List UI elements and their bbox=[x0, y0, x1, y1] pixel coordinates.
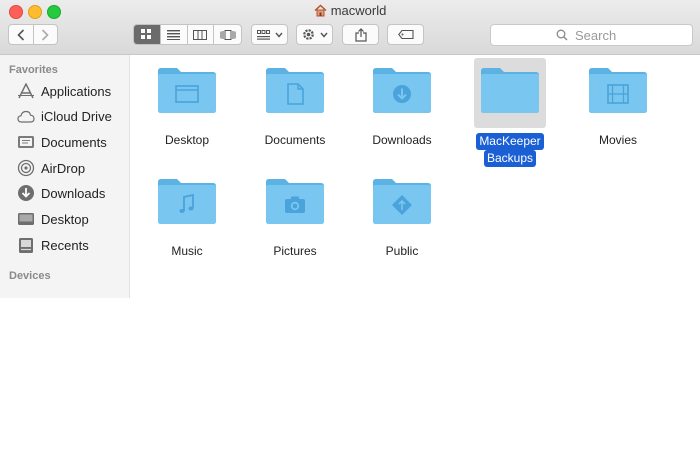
column-view-button[interactable] bbox=[186, 25, 214, 44]
cloud-icon bbox=[17, 107, 37, 125]
sidebar-section-devices: Devices bbox=[9, 270, 51, 282]
sidebar-item-icloud-drive[interactable]: iCloud Drive bbox=[17, 106, 112, 126]
folder-name-line1: Movies bbox=[598, 133, 637, 147]
desktop-icon bbox=[17, 210, 37, 228]
grid-icon bbox=[141, 29, 152, 39]
sidebar-item-documents[interactable]: Documents bbox=[17, 132, 107, 152]
sidebar-item-label: Documents bbox=[41, 134, 107, 150]
folder-name: Pictures bbox=[245, 244, 345, 259]
window-title: macworld bbox=[0, 3, 700, 18]
documents-icon bbox=[17, 133, 37, 151]
folder-item[interactable]: MacKeeper Backups bbox=[460, 55, 560, 167]
folder-name-line1: Desktop bbox=[164, 133, 210, 147]
folder-name: Downloads bbox=[352, 133, 452, 148]
folder-icon bbox=[373, 68, 431, 113]
sidebar-item-recents[interactable]: Recents bbox=[17, 235, 89, 255]
arrange-button[interactable] bbox=[251, 24, 288, 45]
columns-icon bbox=[193, 29, 208, 40]
folder-icon bbox=[266, 179, 324, 224]
chevron-right-icon bbox=[42, 28, 49, 41]
sidebar-section-favorites: Favorites bbox=[9, 64, 58, 76]
cover-flow-view-button[interactable] bbox=[213, 25, 241, 44]
list-view-button[interactable] bbox=[159, 25, 187, 44]
sidebar-item-label: AirDrop bbox=[41, 160, 86, 176]
folder-item[interactable]: Pictures bbox=[245, 166, 345, 266]
folder-name-line1: Pictures bbox=[273, 244, 317, 258]
gear-icon bbox=[302, 29, 314, 40]
sidebar-item-downloads[interactable]: Downloads bbox=[17, 183, 105, 203]
file-icon-grid: Desktop Documents Downloads MacKeeper Backup… bbox=[130, 55, 700, 298]
folder-item[interactable]: Downloads bbox=[352, 55, 452, 155]
folder-name: Desktop bbox=[137, 133, 237, 148]
chevron-left-icon bbox=[17, 28, 24, 41]
toolbar: macworld bbox=[0, 0, 700, 55]
window-title-text: macworld bbox=[330, 3, 387, 18]
view-mode-segment bbox=[133, 24, 242, 45]
chevron-down-icon bbox=[274, 32, 283, 38]
sidebar: Favorites Applications iCloud Drive Docu… bbox=[0, 55, 130, 298]
list-icon bbox=[167, 29, 181, 40]
forward-button[interactable] bbox=[32, 25, 58, 44]
sidebar-item-label: Downloads bbox=[41, 185, 106, 201]
recents-icon bbox=[17, 236, 37, 254]
search-field[interactable] bbox=[490, 24, 693, 46]
group-by-icon bbox=[256, 29, 270, 40]
folder-name: Documents bbox=[245, 133, 345, 148]
folder-icon bbox=[266, 68, 324, 113]
folder-name: Music bbox=[137, 244, 237, 259]
folder-name-line1: Downloads bbox=[372, 133, 432, 147]
sidebar-item-label: iCloud Drive bbox=[41, 108, 112, 124]
folder-icon bbox=[158, 68, 216, 113]
folder-item[interactable]: Music bbox=[137, 166, 237, 266]
folder-item[interactable]: Movies bbox=[568, 55, 668, 155]
folder-name-line1: Public bbox=[385, 244, 419, 258]
folder-item[interactable]: Documents bbox=[245, 55, 345, 155]
folder-name-line2: Backups bbox=[483, 150, 537, 167]
action-menu-button[interactable] bbox=[296, 24, 333, 45]
folder-name: Public bbox=[352, 244, 452, 259]
share-icon bbox=[354, 27, 367, 42]
airdrop-icon bbox=[17, 159, 37, 177]
folder-name-line1: Documents bbox=[264, 133, 326, 147]
cover-flow-icon bbox=[220, 29, 236, 40]
folder-item[interactable]: Public bbox=[352, 166, 452, 266]
folder-name-line1: Music bbox=[171, 244, 203, 258]
finder-window: macworld Search Favorites Applications i… bbox=[0, 0, 700, 298]
folder-icon bbox=[589, 68, 647, 113]
search-input[interactable] bbox=[573, 26, 627, 44]
folder-item[interactable]: Desktop bbox=[137, 55, 237, 155]
chevron-down-icon bbox=[319, 32, 328, 38]
search-icon bbox=[556, 29, 568, 41]
back-forward-buttons bbox=[8, 24, 58, 45]
share-button[interactable] bbox=[342, 24, 379, 45]
sidebar-item-label: Desktop bbox=[41, 211, 89, 227]
sidebar-item-label: Applications bbox=[41, 83, 112, 99]
home-folder-icon bbox=[314, 4, 327, 17]
folder-name-line1: MacKeeper bbox=[476, 133, 544, 150]
folder-icon bbox=[373, 179, 431, 224]
sidebar-item-airdrop[interactable]: AirDrop bbox=[17, 158, 85, 178]
applications-icon bbox=[17, 82, 37, 100]
downloads-icon bbox=[17, 184, 37, 202]
sidebar-item-label: Recents bbox=[41, 237, 89, 253]
folder-icon bbox=[481, 68, 539, 113]
tags-button[interactable] bbox=[387, 24, 424, 45]
folder-icon bbox=[158, 179, 216, 224]
sidebar-item-applications[interactable]: Applications bbox=[17, 81, 111, 101]
icon-view-button[interactable] bbox=[134, 25, 160, 44]
back-button[interactable] bbox=[9, 25, 33, 44]
sidebar-item-desktop[interactable]: Desktop bbox=[17, 209, 89, 229]
folder-name: MacKeeper Backups bbox=[460, 133, 560, 167]
folder-name: Movies bbox=[568, 133, 668, 148]
tag-icon bbox=[397, 30, 414, 39]
